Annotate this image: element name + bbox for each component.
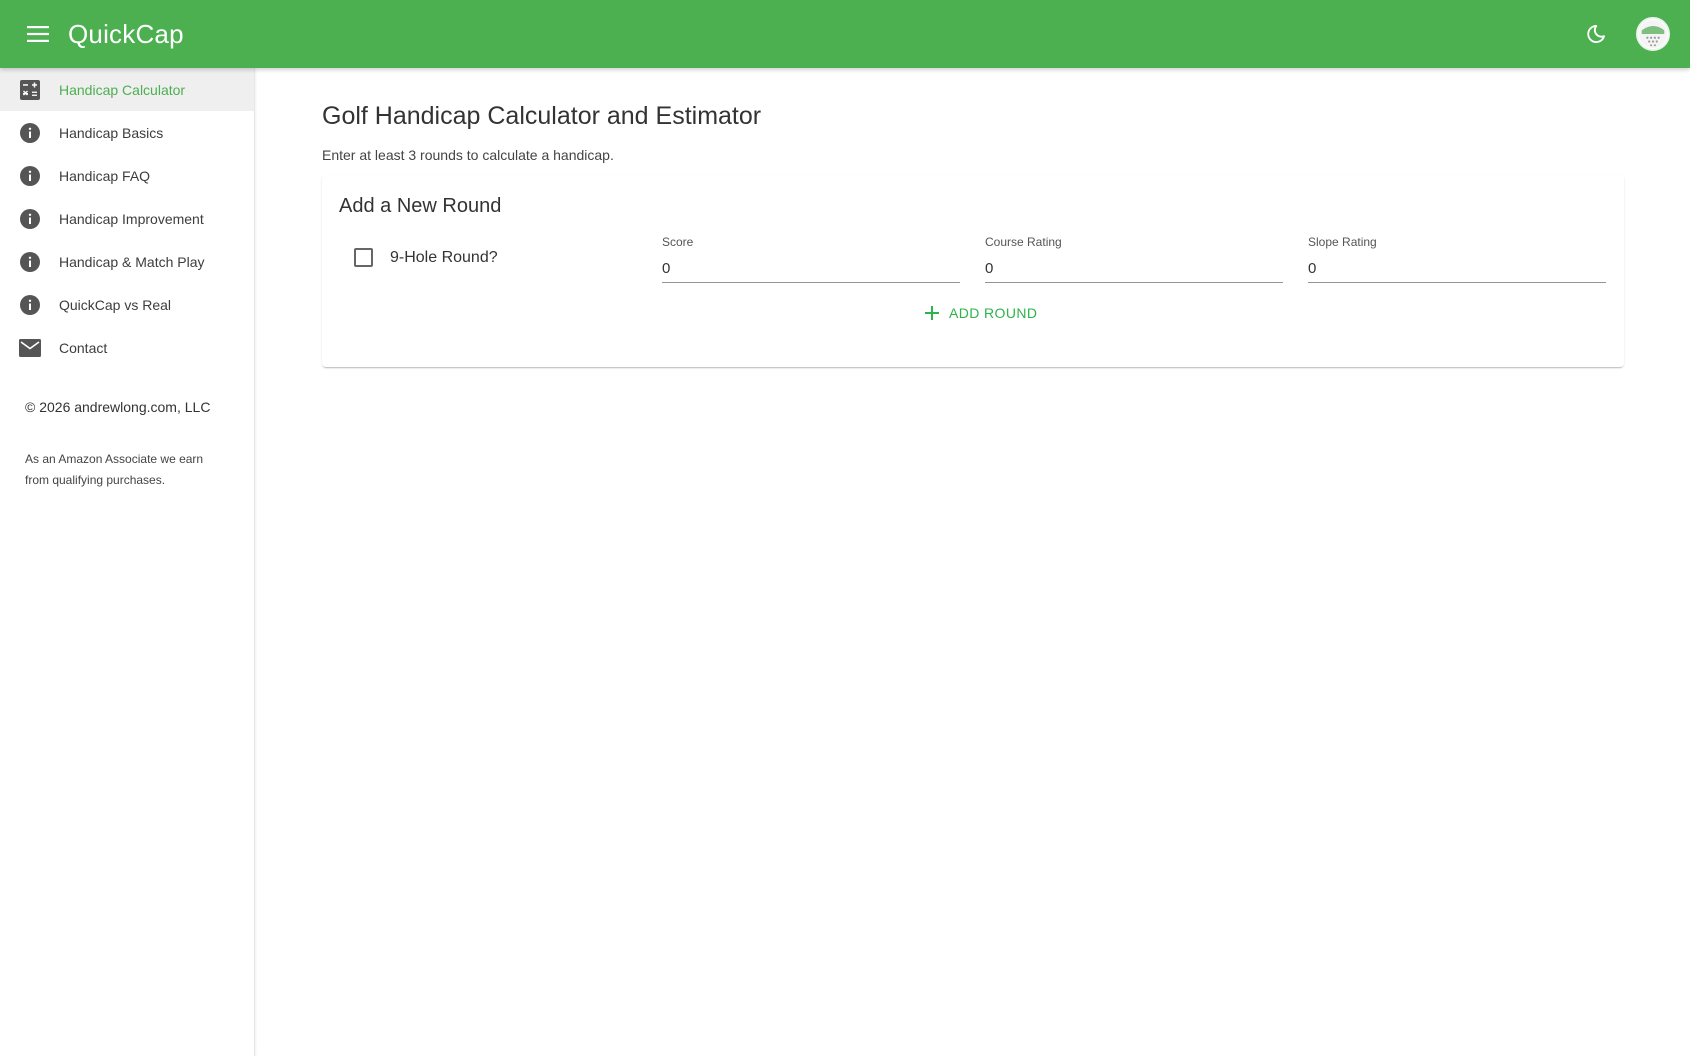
add-round-card: Add a New Round 9-Hole Round? Score Cour… xyxy=(322,175,1624,367)
sidebar-item-label: Handicap Calculator xyxy=(59,81,186,98)
sidebar-item-label: Handicap Improvement xyxy=(59,210,204,227)
sidebar: Handicap Calculator Handicap Basics Hand… xyxy=(0,68,255,1056)
add-round-button[interactable]: ADD ROUND xyxy=(917,299,1045,327)
moon-icon[interactable] xyxy=(1572,10,1620,58)
info-icon xyxy=(19,294,41,316)
slope-rating-input[interactable] xyxy=(1308,255,1606,283)
course-rating-label: Course Rating xyxy=(985,235,1062,249)
sidebar-item-quickcap-vs-real[interactable]: QuickCap vs Real xyxy=(0,283,254,326)
sidebar-item-handicap-basics[interactable]: Handicap Basics xyxy=(0,111,254,154)
app-bar: QuickCap xyxy=(0,0,1690,68)
add-round-label: ADD ROUND xyxy=(949,305,1038,321)
sidebar-item-label: Handicap FAQ xyxy=(59,167,151,184)
sidebar-item-handicap-faq[interactable]: Handicap FAQ xyxy=(0,154,254,197)
app-title: QuickCap xyxy=(68,18,184,49)
sidebar-item-label: Handicap Basics xyxy=(59,124,164,141)
copyright-text: © 2026 andrewlong.com, LLC xyxy=(25,399,211,415)
sidebar-item-label: Handicap & Match Play xyxy=(59,253,205,270)
course-rating-field: Course Rating xyxy=(985,235,1283,283)
nine-hole-label: 9-Hole Round? xyxy=(390,248,498,266)
nine-hole-checkbox[interactable] xyxy=(354,248,373,267)
page-subtitle: Enter at least 3 rounds to calculate a h… xyxy=(322,147,614,163)
sidebar-item-handicap-improvement[interactable]: Handicap Improvement xyxy=(0,197,254,240)
hamburger-menu-icon[interactable] xyxy=(14,10,62,58)
score-label: Score xyxy=(662,235,694,249)
score-field: Score xyxy=(662,235,960,283)
score-input[interactable] xyxy=(662,255,960,283)
slope-rating-label: Slope Rating xyxy=(1308,235,1377,249)
info-icon xyxy=(19,208,41,230)
plus-icon xyxy=(925,306,939,320)
card-title: Add a New Round xyxy=(339,195,502,217)
affiliate-disclaimer: As an Amazon Associate we earn from qual… xyxy=(25,452,204,487)
page-title: Golf Handicap Calculator and Estimator xyxy=(322,102,762,130)
nine-hole-checkbox-row[interactable]: 9-Hole Round? xyxy=(354,248,498,267)
sidebar-item-label: QuickCap vs Real xyxy=(59,296,172,313)
calculator-icon xyxy=(19,79,41,101)
slope-rating-field: Slope Rating xyxy=(1308,235,1606,283)
info-icon xyxy=(19,122,41,144)
sidebar-item-label: Contact xyxy=(59,339,108,356)
sidebar-item-handicap-calculator[interactable]: Handicap Calculator xyxy=(0,68,254,111)
sidebar-item-handicap-match-play[interactable]: Handicap & Match Play xyxy=(0,240,254,283)
info-icon xyxy=(19,165,41,187)
golf-ball-avatar[interactable] xyxy=(1636,17,1670,51)
main-content: Golf Handicap Calculator and Estimator E… xyxy=(322,68,1624,367)
course-rating-input[interactable] xyxy=(985,255,1283,283)
info-icon xyxy=(19,251,41,273)
mail-icon xyxy=(19,337,41,359)
sidebar-item-contact[interactable]: Contact xyxy=(0,326,254,369)
